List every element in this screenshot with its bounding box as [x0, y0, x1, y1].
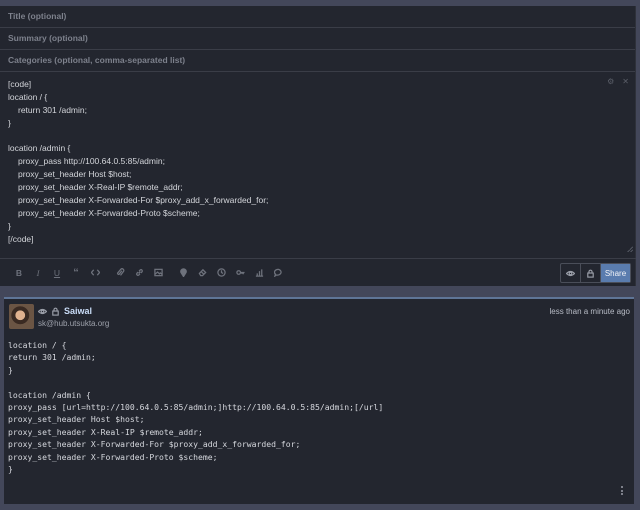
eye-icon [38, 308, 47, 314]
code-line: } [8, 364, 13, 375]
settings-icon[interactable]: ⚙ [607, 76, 614, 89]
eraser-icon[interactable] [193, 264, 211, 282]
post-composer: Title (optional) Summary (optional) Cate… [0, 6, 636, 286]
share-button[interactable]: Share [601, 264, 630, 282]
body-textarea[interactable]: ⚙ ✕ [code] location / { return 301 /admi… [0, 72, 635, 254]
more-options-icon[interactable] [621, 486, 624, 495]
code-icon[interactable] [86, 264, 104, 282]
code-line: proxy_pass [url=http://100.64.0.5:85/adm… [8, 401, 384, 412]
code-line: proxy_set_header X-Forwarded-For $proxy_… [18, 195, 269, 206]
post-card: Saiwal sk@hub.utsukta.org less than a mi… [4, 297, 634, 504]
post-body: location / { return 301 /admin; } locati… [8, 339, 383, 475]
underline-icon[interactable]: U [48, 264, 66, 282]
code-line: location /admin { [8, 143, 71, 154]
code-line: location / { [8, 91, 48, 102]
chart-icon[interactable] [250, 264, 268, 282]
code-line: proxy_set_header X-Forwarded-Proto $sche… [18, 207, 200, 218]
code-line: return 301 /admin; [8, 352, 96, 363]
code-line: proxy_set_header X-Real-IP $remote_addr; [18, 182, 183, 193]
code-line: } [8, 463, 13, 474]
lock-icon [52, 307, 59, 316]
share-controls: Share [560, 263, 631, 283]
code-line: proxy_set_header X-Forwarded-For $proxy_… [8, 439, 301, 450]
code-line: proxy_set_header Host $host; [8, 414, 145, 425]
quote-icon[interactable]: “ [67, 264, 85, 282]
format-toolbar: B I U “ Share [0, 258, 636, 286]
summary-input[interactable]: Summary (optional) [0, 28, 635, 50]
code-line: [code] [8, 79, 32, 89]
attachment-icon[interactable] [111, 264, 129, 282]
location-icon[interactable] [174, 264, 192, 282]
bold-icon[interactable]: B [10, 264, 28, 282]
lock-icon[interactable] [581, 264, 601, 282]
categories-input[interactable]: Categories (optional, comma-separated li… [0, 50, 635, 72]
resize-handle[interactable] [627, 246, 633, 252]
code-line: location / { [8, 340, 67, 350]
code-line: [/code] [8, 233, 34, 244]
title-input[interactable]: Title (optional) [0, 6, 635, 28]
code-line: } [8, 220, 11, 231]
code-line: proxy_set_header X-Real-IP $remote_addr; [8, 426, 203, 437]
comment-icon[interactable] [269, 264, 287, 282]
author-name[interactable]: Saiwal [64, 306, 92, 316]
code-line: return 301 /admin; [18, 104, 87, 115]
clock-icon[interactable] [212, 264, 230, 282]
avatar[interactable] [9, 304, 34, 329]
link-icon[interactable] [130, 264, 148, 282]
code-line: proxy_set_header Host $host; [18, 169, 132, 180]
author-handle[interactable]: sk@hub.utsukta.org [38, 319, 109, 328]
code-line: proxy_set_header X-Forwarded-Proto $sche… [8, 451, 218, 462]
preview-eye-icon[interactable] [561, 264, 581, 282]
key-icon[interactable] [231, 264, 249, 282]
code-line: proxy_pass http://100.64.0.5:85/admin; [18, 156, 165, 167]
close-icon[interactable]: ✕ [622, 76, 629, 89]
post-timestamp[interactable]: less than a minute ago [550, 307, 631, 316]
image-icon[interactable] [149, 264, 167, 282]
code-line: } [8, 117, 11, 128]
italic-icon[interactable]: I [29, 264, 47, 282]
code-line: location /admin { [8, 389, 91, 400]
